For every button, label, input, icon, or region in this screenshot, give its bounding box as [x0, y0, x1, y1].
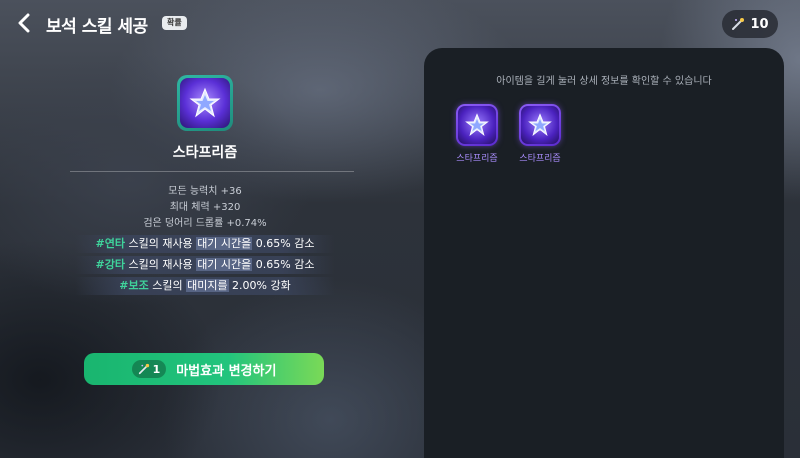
chevron-left-icon: [18, 13, 30, 33]
back-button[interactable]: [10, 8, 38, 38]
skill-icon-frame: [177, 75, 233, 131]
cost-pill: 1: [131, 360, 167, 378]
item-label: 스타프리즘: [456, 154, 498, 164]
bonus-highlight: 대기 시간을: [196, 258, 253, 271]
bonus-text: 스킬의 재사용: [124, 237, 197, 250]
bonus-text: 2.00% 강화: [228, 279, 291, 292]
bonus-text: 0.65% 감소: [252, 237, 315, 250]
skill-stats: 모든 능력치 +36 최대 체력 +320 검은 덩어리 드롭률 +0.74% …: [60, 184, 350, 295]
currency-count: 10: [750, 16, 769, 32]
wand-icon: [732, 18, 745, 30]
stat-line: 최대 체력 +320: [169, 202, 241, 213]
bonus-text: 0.65% 감소: [252, 258, 315, 271]
stat-line: 검은 덩어리 드롭률 +0.74%: [143, 218, 267, 229]
bonus-text: 스킬의: [148, 279, 187, 292]
bonus-line: #강타 스킬의 재사용 대기 시간을 0.65% 감소: [75, 256, 335, 274]
bonus-line: #연타 스킬의 재사용 대기 시간을 0.65% 감소: [75, 235, 335, 253]
skill-detail-panel: 스타프리즘 모든 능력치 +36 최대 체력 +320 검은 덩어리 드롭률 +…: [60, 60, 390, 390]
inventory-item[interactable]: 스타프리즘: [515, 104, 565, 164]
bonus-highlight: 대기 시간을: [196, 237, 253, 250]
bonus-text: 스킬의 재사용: [124, 258, 197, 271]
cost-value: 1: [152, 362, 161, 376]
inventory-panel: 아이템을 길게 눌러 상세 정보를 확인할 수 있습니다 스타프리즘 스타프리즘: [424, 48, 784, 458]
inventory-item[interactable]: 스타프리즘: [452, 104, 502, 164]
bonus-tag: #강타: [95, 258, 125, 271]
currency-counter: 10: [722, 10, 778, 38]
bonus-tag: #보조: [119, 279, 149, 292]
inventory-hint: 아이템을 길게 눌러 상세 정보를 확인할 수 있습니다: [496, 76, 712, 87]
top-bar: 보석 스킬 세공 확률 10: [0, 0, 800, 48]
page-title: 보석 스킬 세공: [46, 17, 148, 37]
bonus-tag: #연타: [95, 237, 125, 250]
bonus-highlight: 대미지를: [186, 279, 229, 292]
star-prism-icon: [521, 106, 559, 144]
item-icon-frame: [456, 104, 498, 146]
item-icon-frame: [519, 104, 561, 146]
divider: [70, 171, 354, 172]
change-button-label: 마법효과 변경하기: [176, 363, 277, 379]
star-prism-icon: [180, 78, 230, 128]
stat-line: 모든 능력치 +36: [168, 186, 242, 197]
item-label: 스타프리즘: [519, 154, 561, 164]
star-prism-icon: [458, 106, 496, 144]
wand-icon: [138, 363, 149, 375]
skill-name: 스타프리즘: [172, 145, 238, 161]
bonus-line: #보조 스킬의 대미지를 2.00% 강화: [75, 277, 335, 295]
change-magic-effect-button[interactable]: 1 마법효과 변경하기: [84, 353, 324, 385]
probability-badge[interactable]: 확률: [162, 16, 187, 30]
